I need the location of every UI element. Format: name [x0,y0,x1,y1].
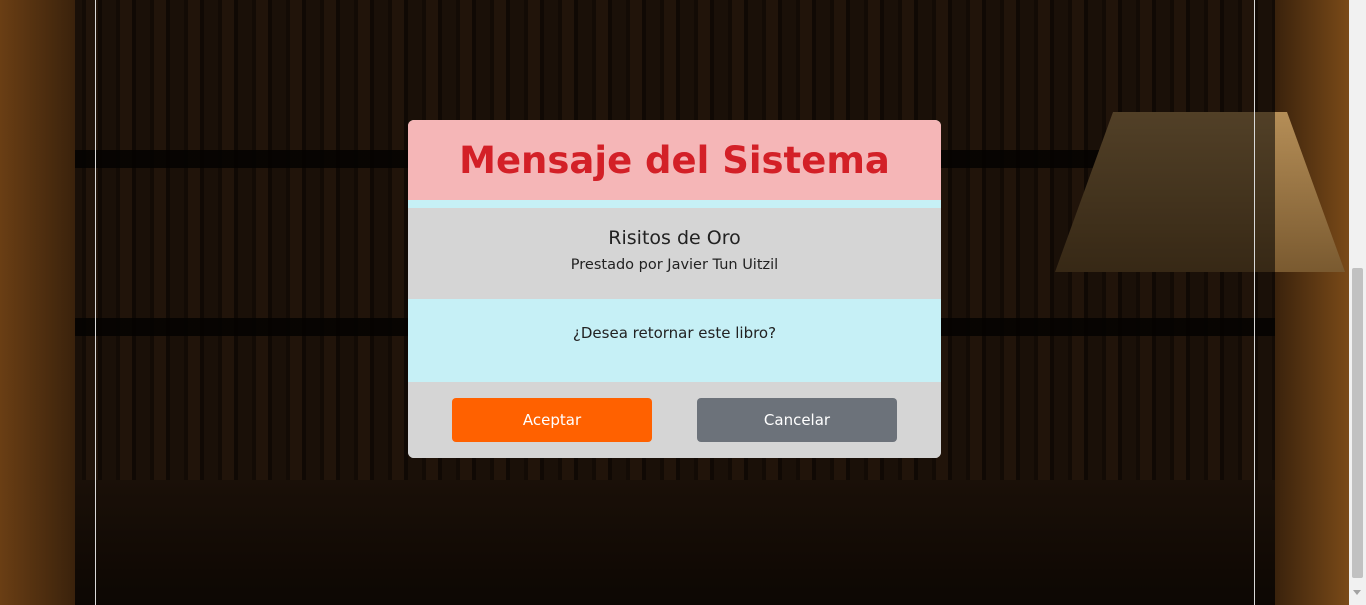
cancel-button[interactable]: Cancelar [697,398,897,442]
page-scrollbar[interactable] [1349,0,1366,605]
confirm-question: ¿Desea retornar este libro? [572,324,777,342]
dialog-header: Mensaje del Sistema [408,120,941,200]
book-lender: Prestado por Javier Tun Uitzil [570,257,779,273]
book-info: Risitos de Oro Prestado por Javier Tun U… [408,208,941,299]
scroll-down-icon[interactable] [1353,590,1361,595]
dialog-body: ¿Desea retornar este libro? [408,299,941,382]
container-border-left [95,0,96,605]
book-title: Risitos de Oro [608,227,741,249]
system-message-dialog: Mensaje del Sistema Risitos de Oro Prest… [408,120,941,458]
header-divider [408,200,941,208]
dialog-footer: Aceptar Cancelar [408,382,941,458]
dialog-title: Mensaje del Sistema [459,138,890,182]
accept-button[interactable]: Aceptar [452,398,652,442]
container-border-right [1254,0,1255,605]
left-wall [0,0,75,605]
right-wall [1275,0,1349,605]
scrollbar-thumb[interactable] [1352,268,1363,578]
